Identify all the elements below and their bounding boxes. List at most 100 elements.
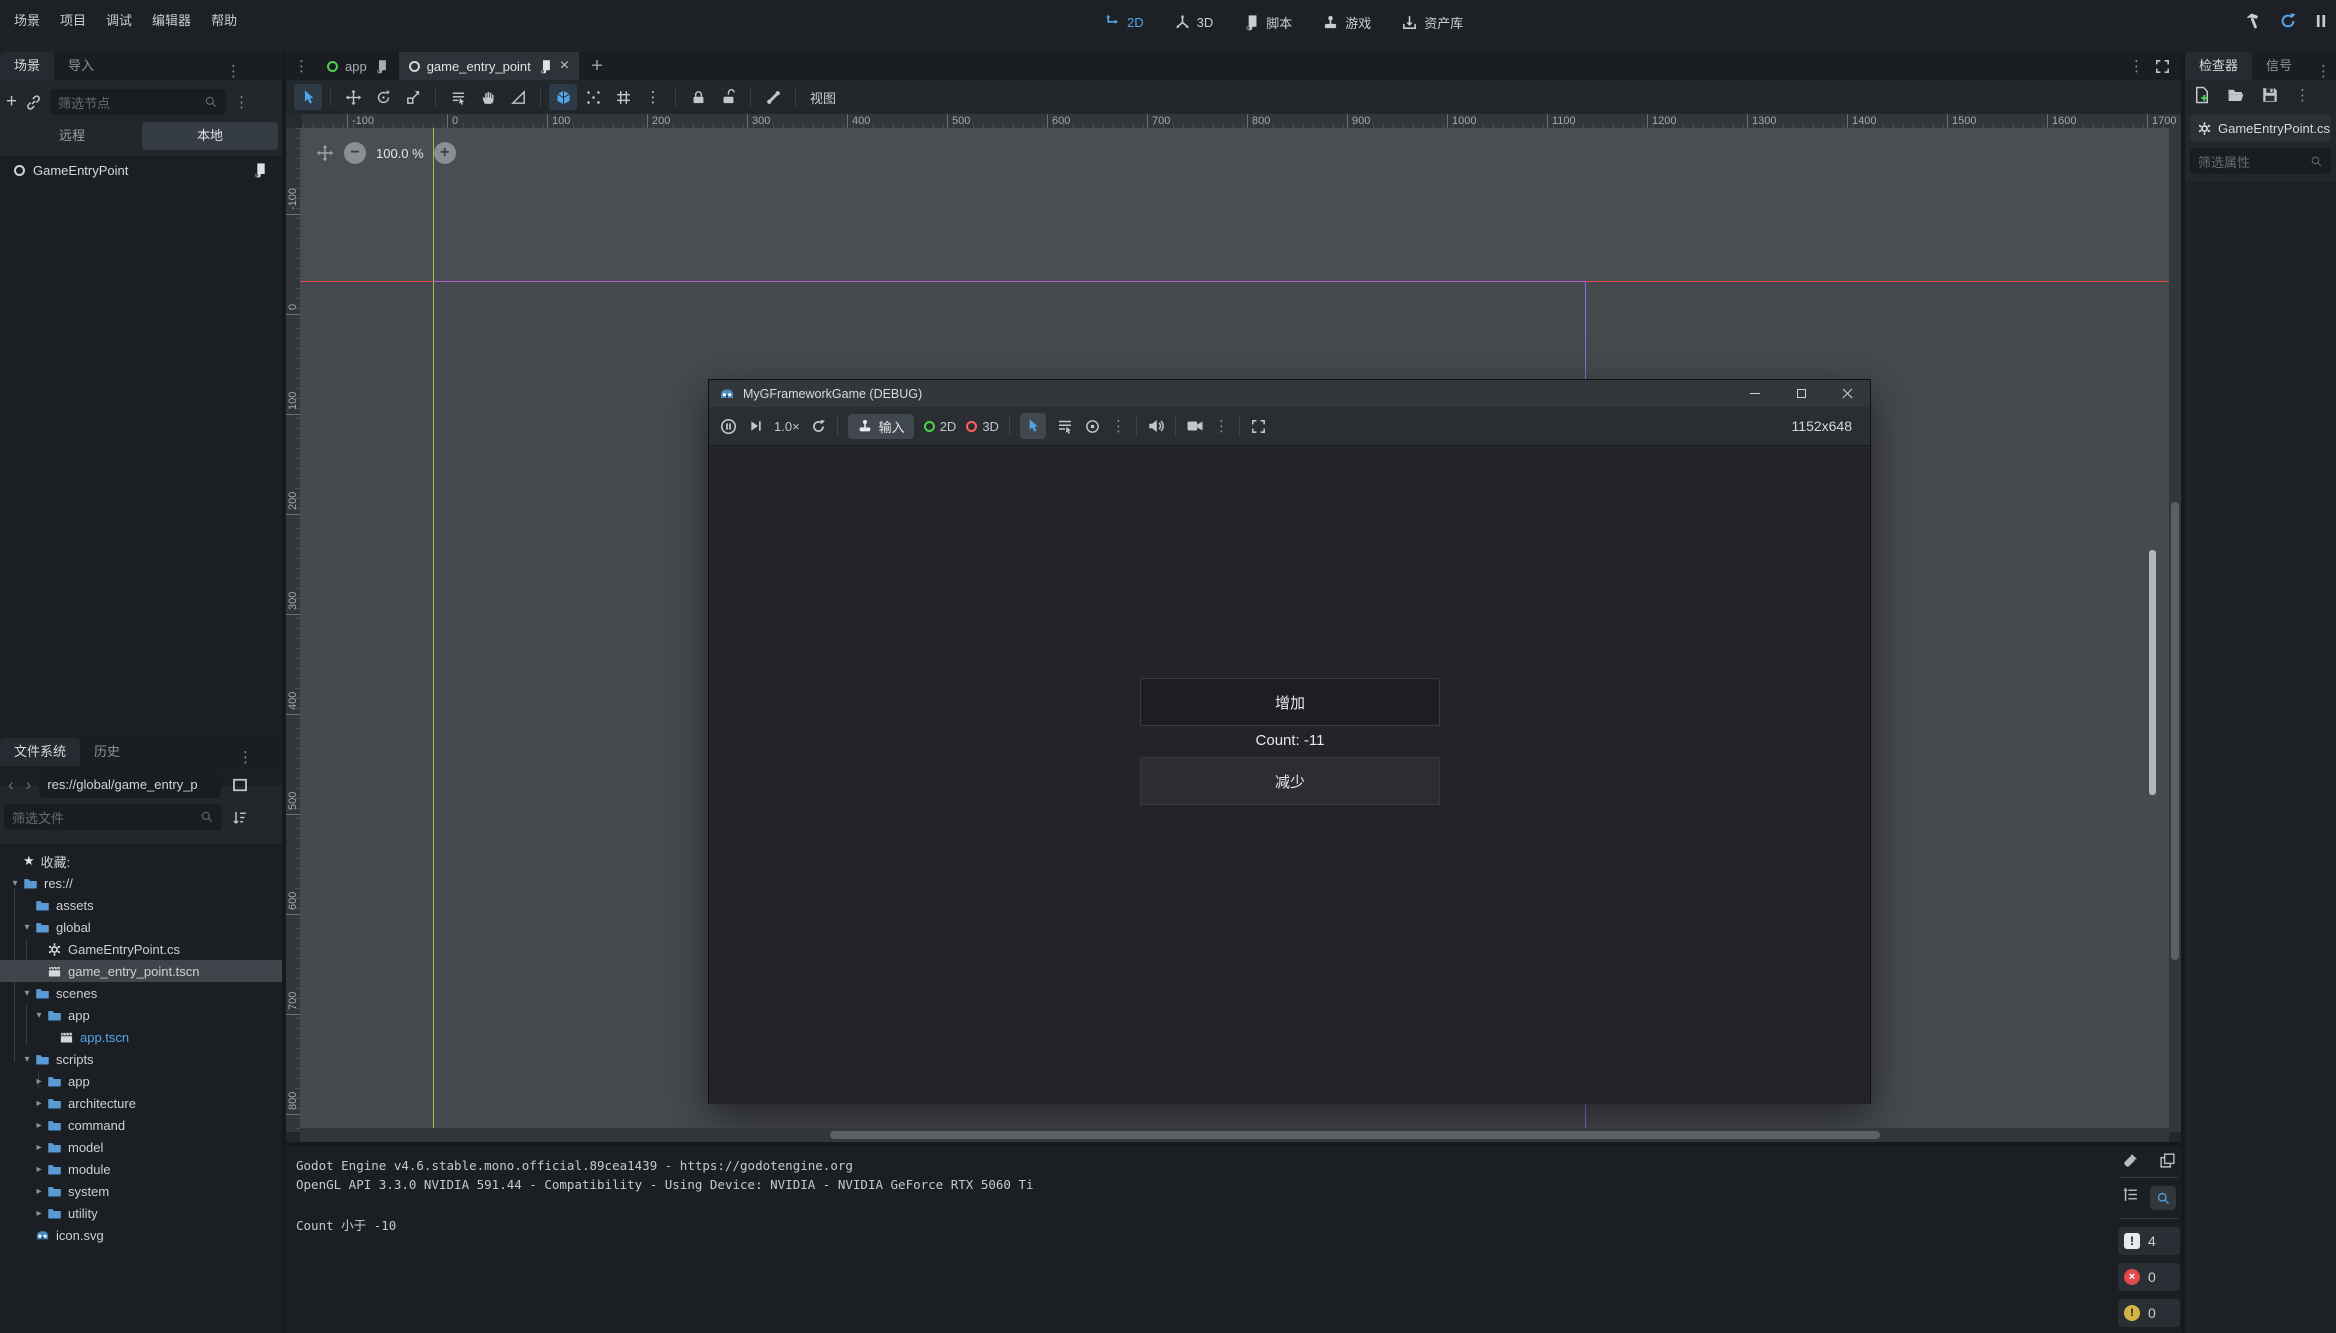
- file-tree-item-game-entry-point.tscn[interactable]: game_entry_point.tscn: [0, 960, 282, 982]
- zoom-level[interactable]: 100.0 %: [376, 146, 424, 161]
- new-resource-icon[interactable]: [2193, 86, 2211, 104]
- select-2d-button[interactable]: 2D: [924, 419, 957, 434]
- tab-filesystem[interactable]: 文件系统: [0, 738, 80, 766]
- close-tab-icon[interactable]: ×: [560, 57, 569, 75]
- file-tree-item-command[interactable]: ▸command: [0, 1114, 282, 1136]
- workspace-game[interactable]: 游戏: [1314, 8, 1379, 36]
- file-tree-item-architecture[interactable]: ▸architecture: [0, 1092, 282, 1114]
- instance-scene-icon[interactable]: [25, 94, 42, 111]
- messages-filter-button[interactable]: ! 4: [2118, 1227, 2180, 1255]
- expand-arrow-icon[interactable]: ▸: [33, 1098, 45, 1109]
- dotsnap-tool-icon[interactable]: [579, 84, 607, 110]
- inspector-dock-menu-icon[interactable]: ⋮: [2316, 62, 2331, 80]
- file-tree-item-app.tscn[interactable]: app.tscn: [0, 1026, 282, 1048]
- window-maximize-button[interactable]: [1778, 380, 1824, 407]
- scene-tab-game-entry-point[interactable]: game_entry_point ×: [399, 52, 579, 80]
- scene-dock-menu-icon[interactable]: ⋮: [226, 62, 241, 80]
- nav-back-icon[interactable]: ‹: [4, 775, 18, 795]
- center-view-icon[interactable]: [316, 144, 334, 162]
- file-tree-item-model[interactable]: ▸model: [0, 1136, 282, 1158]
- hand-tool-icon[interactable]: [474, 84, 502, 110]
- lock-tool-icon[interactable]: [684, 84, 712, 110]
- new-scene-tab-icon[interactable]: +: [579, 55, 615, 78]
- file-tree-item-res---[interactable]: ▾res://: [0, 872, 282, 894]
- expand-arrow-icon[interactable]: ▸: [33, 1076, 45, 1087]
- workspace-2d[interactable]: 2D: [1096, 8, 1152, 36]
- hscroll-thumb[interactable]: [830, 1131, 1880, 1139]
- file-tree-item-scenes[interactable]: ▾scenes: [0, 982, 282, 1004]
- expand-arrow-icon[interactable]: ▸: [33, 1142, 45, 1153]
- dotsv-tool-icon[interactable]: ⋮: [639, 84, 667, 110]
- increase-button[interactable]: 增加: [1140, 678, 1440, 726]
- filter-nodes-input[interactable]: 筛选节点: [50, 89, 226, 115]
- toggle-split-mode-icon[interactable]: [231, 776, 249, 794]
- local-button[interactable]: 本地: [142, 122, 278, 150]
- menu-help[interactable]: 帮助: [201, 8, 247, 34]
- workspace-3d[interactable]: 3D: [1166, 8, 1222, 36]
- file-tree-item-scripts[interactable]: ▾scripts: [0, 1048, 282, 1070]
- next-frame-icon[interactable]: [748, 418, 764, 434]
- tab-import-dock[interactable]: 导入: [54, 52, 108, 80]
- focus-selection-icon[interactable]: [1084, 418, 1101, 435]
- expand-arrow-icon[interactable]: ▸: [33, 1186, 45, 1197]
- file-tree-item-assets[interactable]: assets: [0, 894, 282, 916]
- resource-menu-icon[interactable]: ⋮: [2295, 86, 2310, 104]
- scene-tab-app[interactable]: app: [317, 52, 399, 80]
- game-select-mode-icon[interactable]: [1020, 413, 1046, 439]
- rotate-tool-icon[interactable]: [369, 84, 397, 110]
- vscroll-thumb[interactable]: [2171, 502, 2179, 960]
- file-tree-item-app[interactable]: ▾app: [0, 1004, 282, 1026]
- game-window[interactable]: MyGFrameworkGame (DEBUG) 1.0× 输入: [708, 379, 1871, 1104]
- select-3d-button[interactable]: 3D: [966, 419, 999, 434]
- unlock-tool-icon[interactable]: [714, 84, 742, 110]
- menu-project[interactable]: 项目: [50, 8, 96, 34]
- cursor-tool-icon[interactable]: [294, 84, 322, 110]
- game-list-select-icon[interactable]: [1056, 417, 1074, 435]
- tab-history[interactable]: 历史: [80, 738, 134, 766]
- remote-button[interactable]: 远程: [4, 122, 140, 150]
- file-tree-item-GameEntryPoint.cs[interactable]: GameEntryPoint.cs: [0, 938, 282, 960]
- favorites-header[interactable]: ★收藏:: [0, 850, 282, 872]
- expand-arrow-icon[interactable]: ▸: [33, 1164, 45, 1175]
- scene-tree-menu-icon[interactable]: ⋮: [234, 93, 249, 111]
- file-tree-item-icon.svg[interactable]: icon.svg: [0, 1224, 282, 1246]
- tab-inspector[interactable]: 检查器: [2185, 52, 2252, 80]
- expand-arrow-icon[interactable]: ▾: [21, 988, 33, 999]
- scale-tool-icon[interactable]: [399, 84, 427, 110]
- canvas-hscrollbar[interactable]: [300, 1128, 2169, 1142]
- restart-icon[interactable]: [810, 418, 827, 435]
- errors-filter-button[interactable]: × 0: [2118, 1263, 2180, 1291]
- expand-arrow-icon[interactable]: ▾: [21, 922, 33, 933]
- file-tree-item-utility[interactable]: ▸utility: [0, 1202, 282, 1224]
- filter-files-input[interactable]: 筛选文件: [4, 804, 222, 830]
- game-window-titlebar[interactable]: MyGFrameworkGame (DEBUG): [709, 380, 1870, 407]
- file-tree-item-global[interactable]: ▾global: [0, 916, 282, 938]
- attached-script-icon[interactable]: [252, 162, 268, 178]
- file-tree-item-app[interactable]: ▸app: [0, 1070, 282, 1092]
- pause-circle-icon[interactable]: [719, 417, 738, 436]
- current-path-field[interactable]: res://global/game_entry_p: [39, 772, 221, 798]
- window-close-button[interactable]: [1824, 380, 1870, 407]
- bone-tool-icon[interactable]: [759, 84, 787, 110]
- scene-tree-root-row[interactable]: GameEntryPoint: [0, 158, 282, 182]
- canvas-vscrollbar[interactable]: [2169, 128, 2181, 1132]
- add-node-icon[interactable]: +: [6, 91, 17, 113]
- zoom-in-button[interactable]: +: [434, 142, 456, 164]
- embed-fullscreen-icon[interactable]: [1250, 418, 1267, 435]
- zoom-out-button[interactable]: −: [344, 142, 366, 164]
- load-resource-icon[interactable]: [2227, 86, 2245, 104]
- edited-object-header[interactable]: GameEntryPoint.cs: [2190, 114, 2331, 142]
- scene-tabs-menu-icon[interactable]: ⋮: [286, 57, 317, 75]
- input-mode-button[interactable]: 输入: [848, 414, 914, 439]
- collapse-duplicates-icon[interactable]: [2122, 1186, 2139, 1203]
- expand-arrow-icon[interactable]: ▸: [33, 1208, 45, 1219]
- camera-menu-icon[interactable]: ⋮: [1214, 417, 1229, 435]
- ruler-tool-icon[interactable]: [504, 84, 532, 110]
- grid-tool-icon[interactable]: [609, 84, 637, 110]
- viewport-canvas[interactable]: − 100.0 % + MyGFrameworkGame (DEBUG) 1.0…: [300, 128, 2169, 1132]
- workspace-assetlib[interactable]: 资产库: [1393, 8, 1471, 36]
- game-options-menu-icon[interactable]: ⋮: [1111, 417, 1126, 435]
- save-resource-icon[interactable]: [2261, 86, 2279, 104]
- expand-arrow-icon[interactable]: ▾: [21, 1054, 33, 1065]
- distraction-free-icon[interactable]: [2154, 58, 2171, 75]
